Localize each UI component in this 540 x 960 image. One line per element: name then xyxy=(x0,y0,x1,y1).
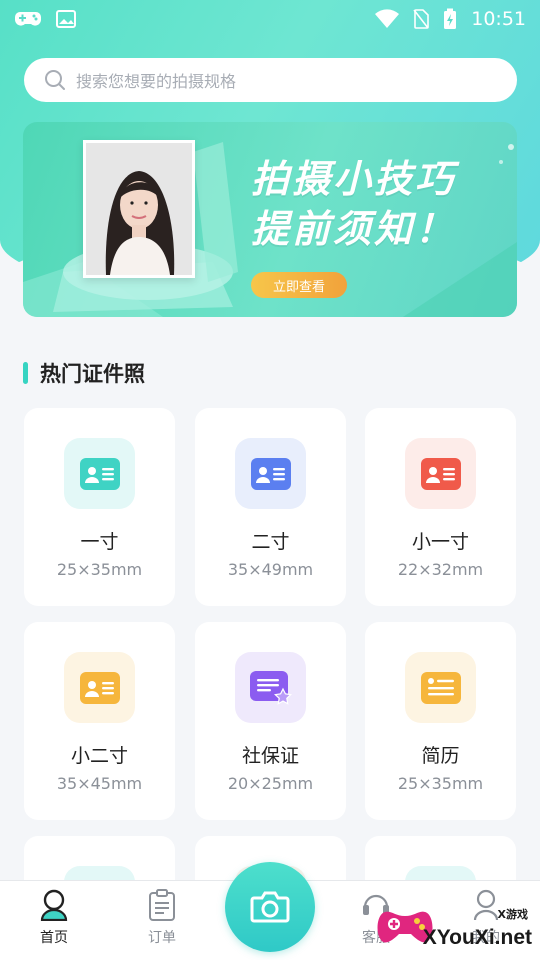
spec-card-size: 22×32mm xyxy=(397,560,484,579)
card-icon-bg xyxy=(405,438,476,509)
spec-card-name: 小一寸 xyxy=(411,531,469,553)
section-title: 热门证件照 xyxy=(40,362,145,386)
banner-headline: 拍摄小技巧 提前须知！ xyxy=(251,154,456,254)
search-placeholder: 搜索您想要的拍摄规格 xyxy=(76,72,237,91)
tab-orders[interactable]: 订单 xyxy=(122,889,202,947)
camera-icon xyxy=(250,891,290,923)
spec-card-name: 社保证 xyxy=(241,745,299,767)
tab-home[interactable]: 首页 xyxy=(14,889,94,947)
battery-charging-icon xyxy=(444,8,457,29)
id-card-icon xyxy=(79,457,120,490)
spec-card-name: 一寸 xyxy=(80,531,119,553)
watermark-small-text: X游戏 xyxy=(497,908,528,921)
card-icon-bg xyxy=(64,652,135,723)
status-bar: 10:51 xyxy=(0,0,540,38)
card-icon-bg xyxy=(405,652,476,723)
section-header: 热门证件照 xyxy=(23,358,145,388)
id-card-icon xyxy=(250,457,291,490)
search-icon xyxy=(45,70,65,90)
portrait-illustration xyxy=(86,143,192,275)
search-bar[interactable]: 搜索您想要的拍摄规格 xyxy=(24,58,517,102)
card-icon-bg xyxy=(64,438,135,509)
spec-card-size: 25×35mm xyxy=(397,774,484,793)
section-accent-bar xyxy=(23,362,28,384)
image-icon xyxy=(56,10,76,28)
id-card-icon xyxy=(420,457,461,490)
home-person-icon xyxy=(40,889,68,921)
tab-orders-label: 订单 xyxy=(148,930,176,946)
id-card-icon xyxy=(79,671,120,704)
banner-cta-button[interactable]: 立即查看 xyxy=(251,272,347,298)
tab-home-label: 首页 xyxy=(40,930,68,946)
clipboard-icon xyxy=(149,889,175,921)
gamepad-icon xyxy=(15,12,41,26)
spec-card[interactable]: 一寸 25×35mm xyxy=(24,408,175,606)
card-icon-bg xyxy=(235,438,306,509)
document-star-icon xyxy=(249,670,292,705)
spec-card-name: 简历 xyxy=(421,745,460,767)
camera-button[interactable] xyxy=(225,862,315,952)
tips-banner[interactable]: 拍摄小技巧 提前须知！ 立即查看 xyxy=(23,122,517,317)
sample-portrait xyxy=(83,140,195,278)
watermark-text: XYouXi.net xyxy=(422,926,532,949)
spec-card[interactable]: 社保证 20×25mm xyxy=(195,622,346,820)
wifi-icon xyxy=(375,9,400,28)
spec-card[interactable]: 小二寸 35×45mm xyxy=(24,622,175,820)
spec-card[interactable]: 二寸 35×49mm xyxy=(195,408,346,606)
spec-card-size: 25×35mm xyxy=(56,560,143,579)
banner-headline-line2: 提前须知！ xyxy=(251,207,457,251)
spec-card[interactable]: 小一寸 22×32mm xyxy=(365,408,516,606)
banner-headline-line1: 拍摄小技巧 xyxy=(251,157,457,201)
resume-icon xyxy=(420,671,461,704)
spec-card-size: 35×49mm xyxy=(227,560,314,579)
spec-card-size: 35×45mm xyxy=(56,774,143,793)
card-icon-bg xyxy=(235,652,306,723)
spec-card-name: 二寸 xyxy=(251,531,290,553)
site-watermark: X游戏 XYouXi.net xyxy=(375,888,540,960)
spec-card[interactable]: 简历 25×35mm xyxy=(365,622,516,820)
spec-card-size: 20×25mm xyxy=(227,774,314,793)
no-sim-icon xyxy=(413,9,430,29)
status-time: 10:51 xyxy=(471,8,526,30)
spec-card-name: 小二寸 xyxy=(70,745,128,767)
